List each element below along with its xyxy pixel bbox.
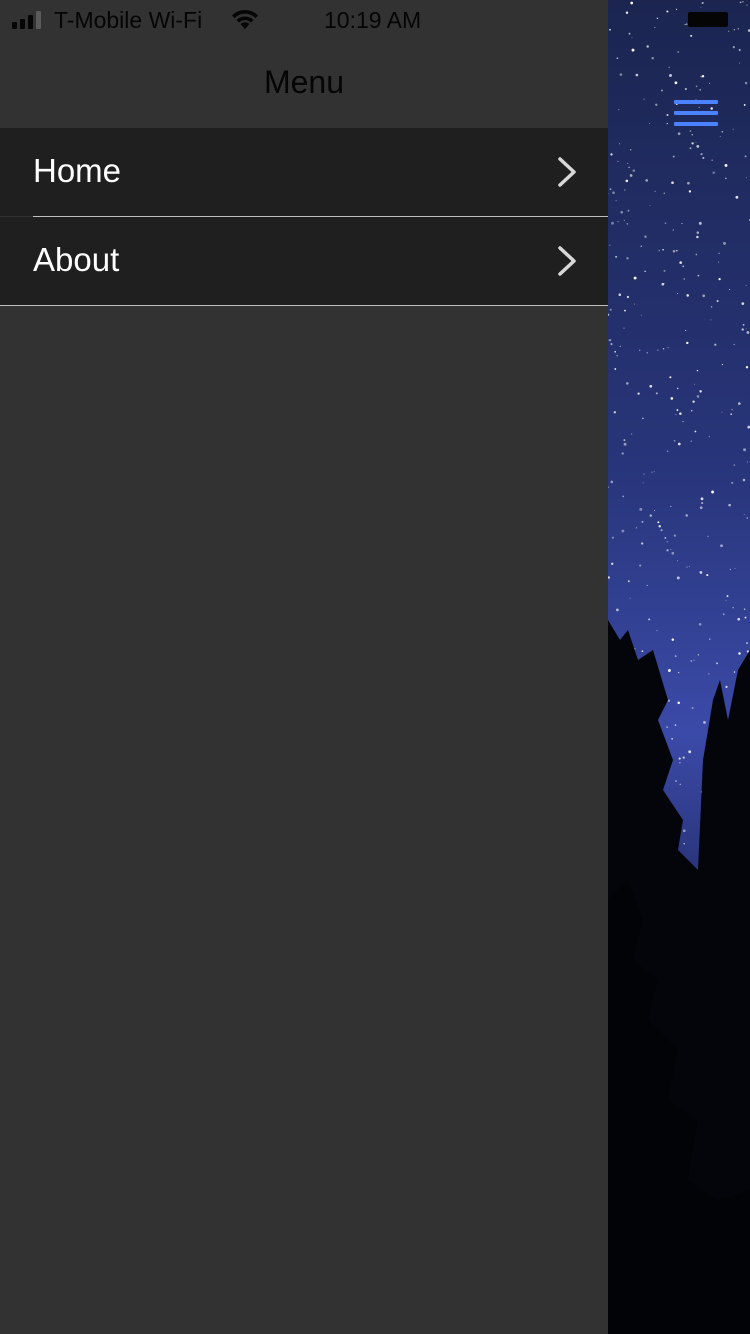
nav-bar: Menu [0, 40, 608, 128]
battery-icon [688, 12, 728, 27]
menu-title: Menu [263, 64, 345, 100]
side-menu-drawer: T-Mobile Wi-Fi 10:19 AM Menu Home About [0, 0, 608, 1334]
menu-item-home[interactable]: Home [0, 128, 608, 216]
night-sky-image [608, 1, 750, 1334]
chevron-right-icon [558, 246, 576, 276]
status-time: 10:19 AM [324, 7, 422, 33]
wifi-icon [232, 9, 258, 29]
screen: T-Mobile Wi-Fi 10:19 AM Menu Home About [0, 0, 750, 1334]
chevron-right-icon [558, 157, 576, 187]
main-view [608, 0, 750, 1334]
menu-list: Home About [0, 128, 608, 306]
signal-bars-icon [12, 11, 41, 29]
menu-item-label: Home [33, 152, 122, 189]
carrier-name: T-Mobile Wi-Fi [54, 7, 203, 33]
menu-item-label: About [33, 241, 120, 278]
menu-item-about[interactable]: About [0, 217, 608, 305]
hamburger-menu-icon[interactable] [674, 100, 718, 130]
menu-separator [0, 305, 608, 306]
status-bar: T-Mobile Wi-Fi 10:19 AM [0, 0, 608, 40]
